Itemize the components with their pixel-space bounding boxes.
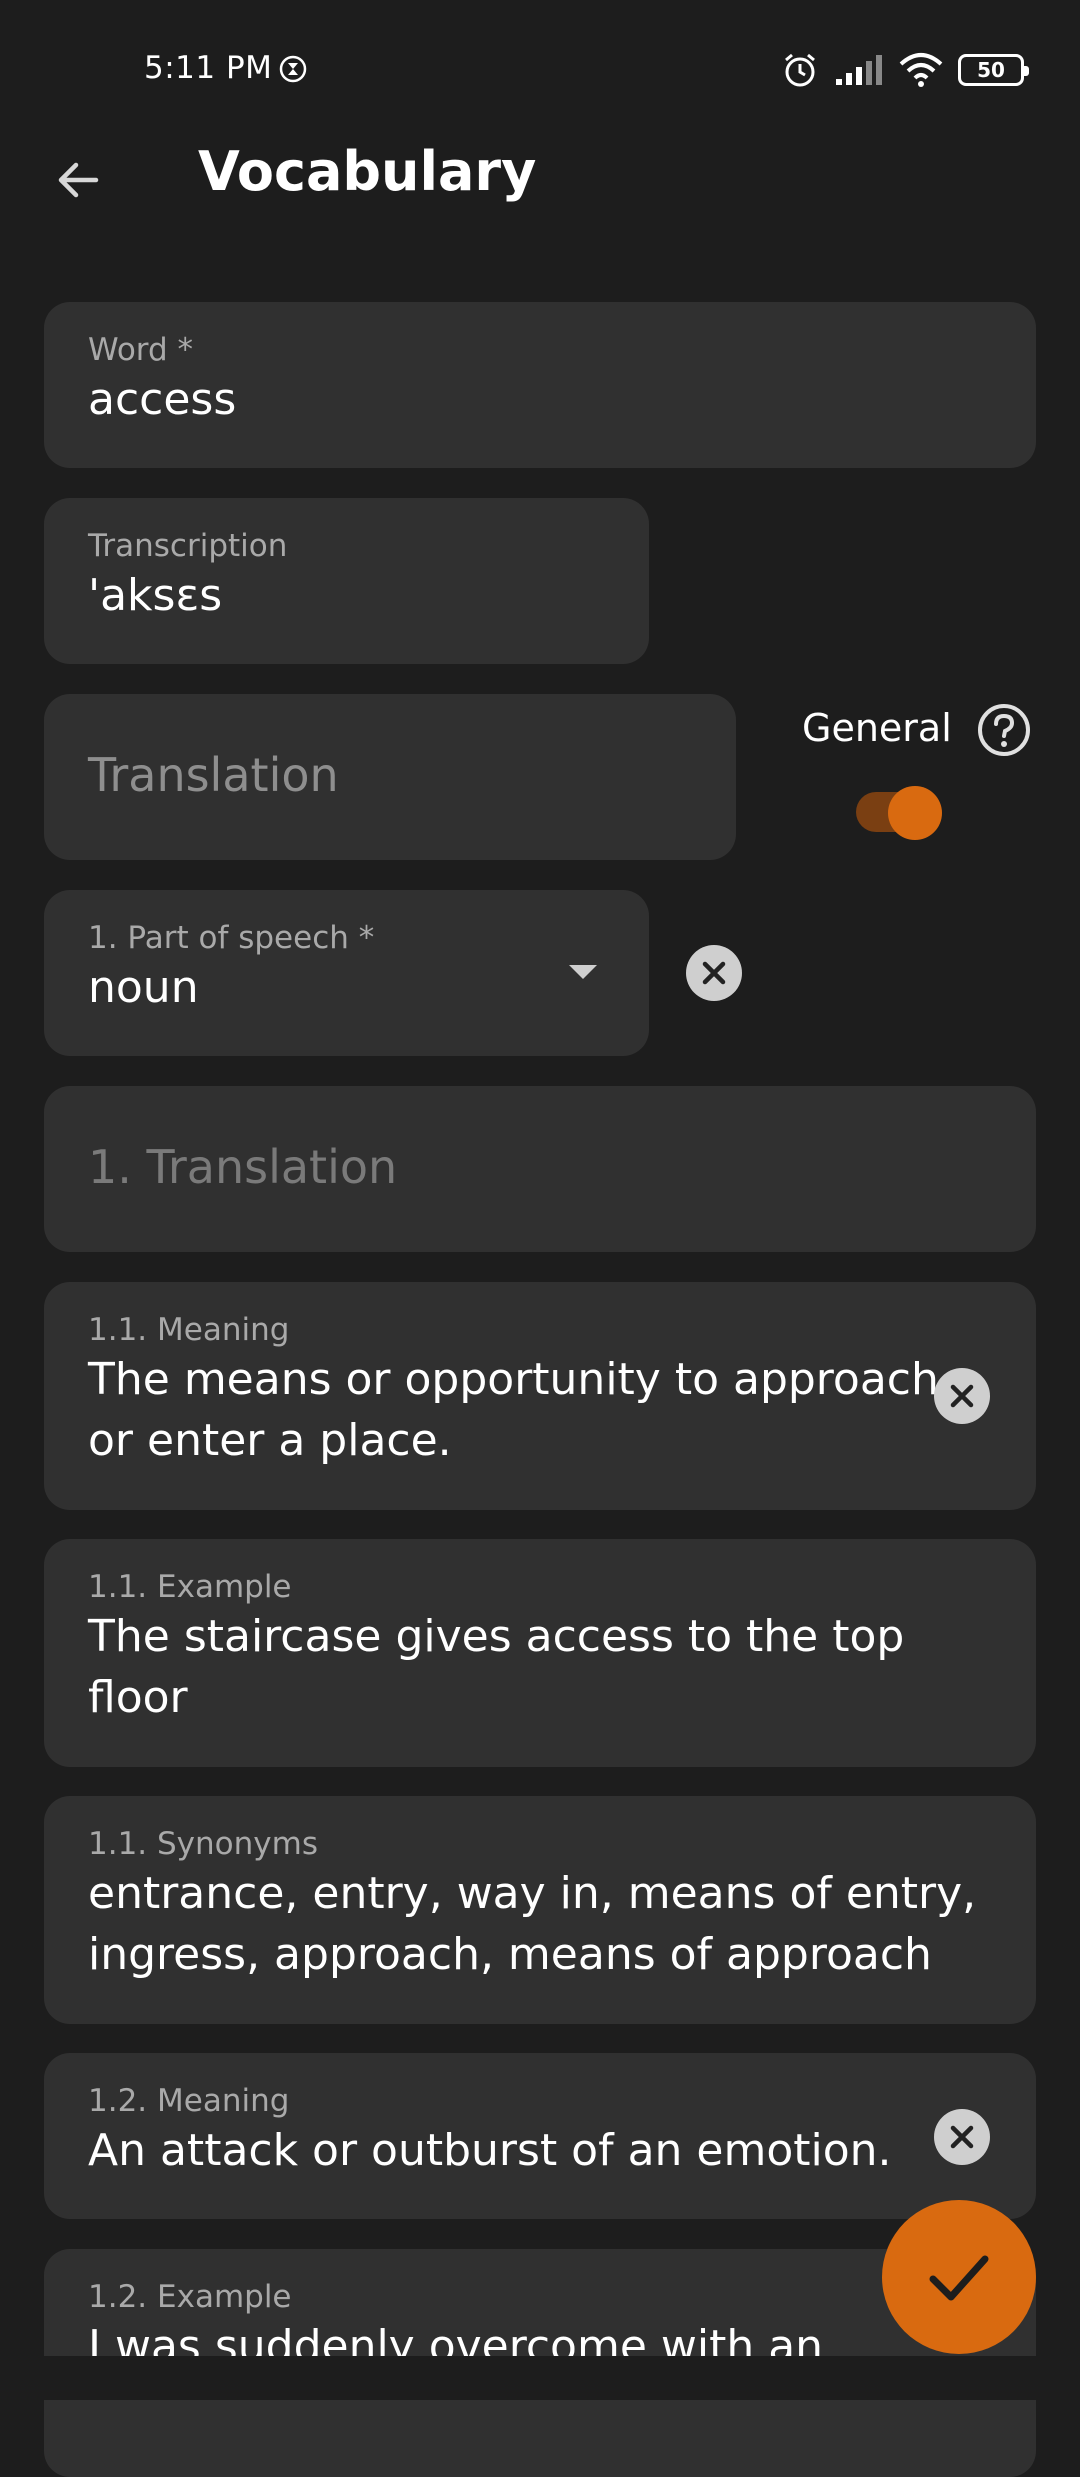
example-1-2-label: 1.2. Example [88,2279,292,2315]
battery-level: 50 [977,58,1005,82]
remove-meaning-1-2-button[interactable] [934,2109,990,2165]
battery-icon: 50 [958,54,1029,86]
alarm-icon [785,53,815,87]
example-1-1-value: The staircase gives access to the top fl… [88,1611,905,1723]
check-icon [929,2255,989,2301]
synonyms-1-1-value: entrance, entry, way in, means of entry,… [88,1868,977,1980]
close-icon [702,961,726,985]
timer-icon [279,55,307,83]
status-time: 5:11 PM [144,50,273,86]
part-of-speech-value: noun [88,962,199,1013]
part-of-speech-dropdown[interactable]: 1. Part of speech * noun [44,890,649,1056]
transcription-field[interactable]: Transcription 'aksɛs [44,498,649,664]
example-1-1-label: 1.1. Example [88,1569,292,1605]
synonyms-1-1-label: 1.1. Synonyms [88,1826,318,1862]
meaning-1-1-value: The means or opportunity to approach or … [88,1354,939,1466]
general-toggle-thumb[interactable] [888,786,942,840]
translation-1-field[interactable]: 1. Translation [44,1086,1036,1252]
back-button[interactable] [48,150,108,210]
translation-field[interactable]: Translation [44,694,736,860]
example-1-1-field[interactable]: 1.1. Example The staircase gives access … [44,1539,1036,1767]
remove-meaning-1-1-button[interactable] [934,1368,990,1424]
word-value: access [88,374,237,425]
arrow-back-icon [58,162,99,198]
close-icon [950,1384,974,1408]
remove-part-of-speech-button[interactable] [686,945,742,1001]
translation-placeholder: Translation [88,748,339,802]
meaning-1-2-label: 1.2. Meaning [88,2083,290,2119]
word-field[interactable]: Word * access [44,302,1036,468]
navigation-bar-area [0,2356,1080,2400]
close-icon [950,2125,974,2149]
meaning-1-2-value: An attack or outburst of an emotion. [88,2125,892,2176]
word-label: Word * [88,332,194,368]
status-icons: 50 [780,50,1029,90]
page-title: Vocabulary [198,140,537,203]
translation-1-placeholder: 1. Translation [88,1140,398,1194]
meaning-1-1-field[interactable]: 1.1. Meaning The means or opportunity to… [44,1282,1036,1510]
synonyms-1-1-field[interactable]: 1.1. Synonyms entrance, entry, way in, m… [44,1796,1036,2024]
save-fab-button[interactable] [882,2200,1036,2354]
transcription-value: 'aksɛs [88,570,223,621]
wifi-icon [899,53,943,87]
general-label: General [802,706,952,750]
transcription-label: Transcription [88,528,288,564]
meaning-1-2-field[interactable]: 1.2. Meaning An attack or outburst of an… [44,2053,1036,2219]
part-of-speech-label: 1. Part of speech * [88,920,375,956]
signal-icon [836,55,882,85]
help-icon[interactable] [976,702,1032,758]
dropdown-arrow-icon [569,965,597,979]
meaning-1-1-label: 1.1. Meaning [88,1312,290,1348]
